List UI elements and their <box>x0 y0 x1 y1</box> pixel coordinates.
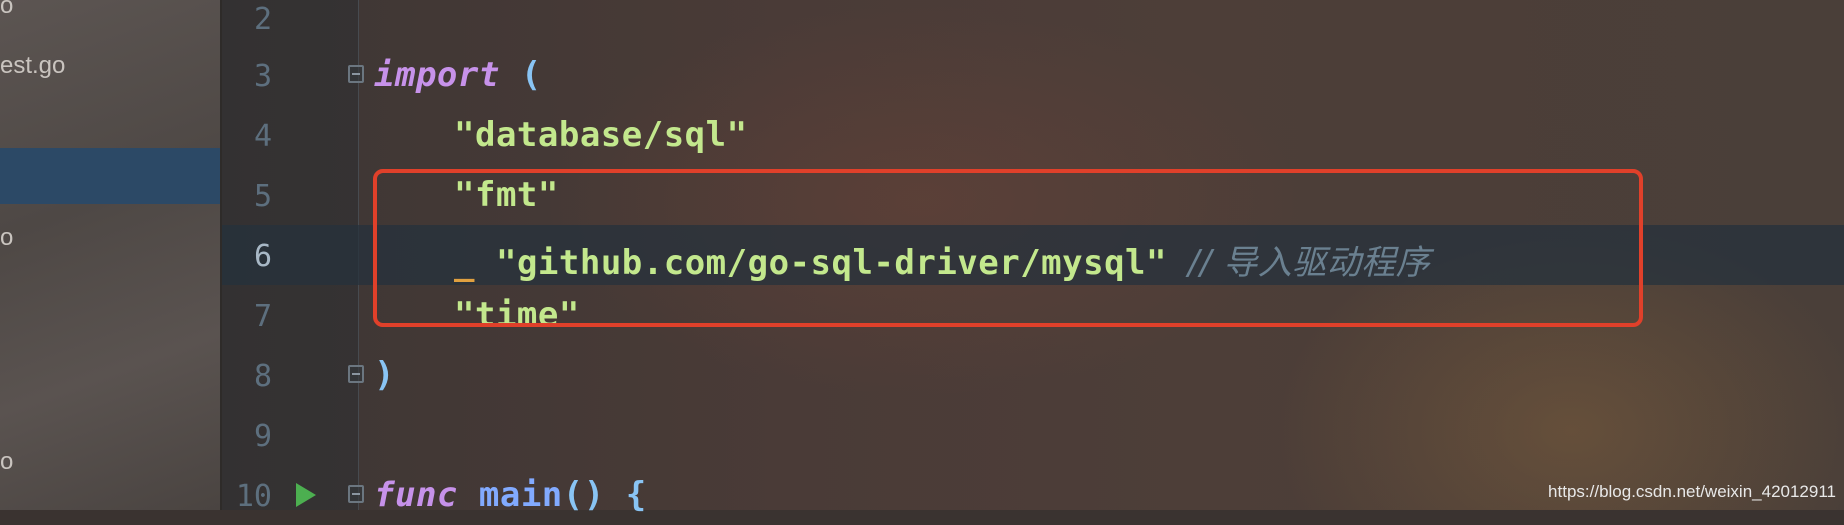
tree-item-file[interactable]: o <box>0 0 220 26</box>
line-number: 4 <box>253 119 272 154</box>
open-paren: ( <box>520 55 542 95</box>
keyword-import: import <box>374 55 500 95</box>
line-number: 5 <box>253 179 272 214</box>
fold-toggle-icon[interactable] <box>348 485 364 503</box>
watermark-url: https://blog.csdn.net/weixin_42012911 <box>1548 482 1836 501</box>
tree-item-label: o <box>0 0 14 19</box>
code-text: func main() { <box>374 475 647 515</box>
tree-item-file[interactable]: est.go <box>0 46 220 86</box>
close-paren: ) <box>374 355 395 395</box>
tree-item-label: o <box>0 224 14 251</box>
keyword-func: func <box>374 475 458 515</box>
tree-item-label: o <box>0 448 14 475</box>
fold-toggle-icon[interactable] <box>348 65 364 83</box>
code-line[interactable]: 4 "database/sql" <box>222 105 1844 165</box>
line-number: 2 <box>253 2 272 37</box>
code-line[interactable]: 3 import ( <box>222 45 1844 105</box>
open-brace: { <box>625 475 647 515</box>
tree-item-file[interactable]: o <box>0 442 220 482</box>
code-line[interactable]: 2 <box>222 0 1844 48</box>
func-parens: () <box>562 475 605 515</box>
run-icon[interactable] <box>296 483 316 507</box>
line-number: 8 <box>253 359 272 394</box>
tree-item-selected[interactable] <box>0 148 220 204</box>
tree-item-label: est.go <box>0 52 66 79</box>
fold-toggle-icon[interactable] <box>348 365 364 383</box>
code-text: import ( <box>374 55 542 95</box>
code-line[interactable]: 9 <box>222 405 1844 465</box>
project-panel: o est.go o o <box>0 0 222 510</box>
line-number: 10 <box>235 479 272 514</box>
tree-item-file[interactable]: o <box>0 218 220 258</box>
import-string: "database/sql" <box>454 115 748 155</box>
line-number: 7 <box>253 299 272 334</box>
code-line[interactable]: 8 ) <box>222 345 1844 405</box>
line-number: 9 <box>253 419 272 454</box>
function-name: main <box>478 475 563 515</box>
line-number: 6 <box>253 239 272 274</box>
line-number: 3 <box>253 59 272 94</box>
highlight-annotation-box <box>373 169 1643 327</box>
